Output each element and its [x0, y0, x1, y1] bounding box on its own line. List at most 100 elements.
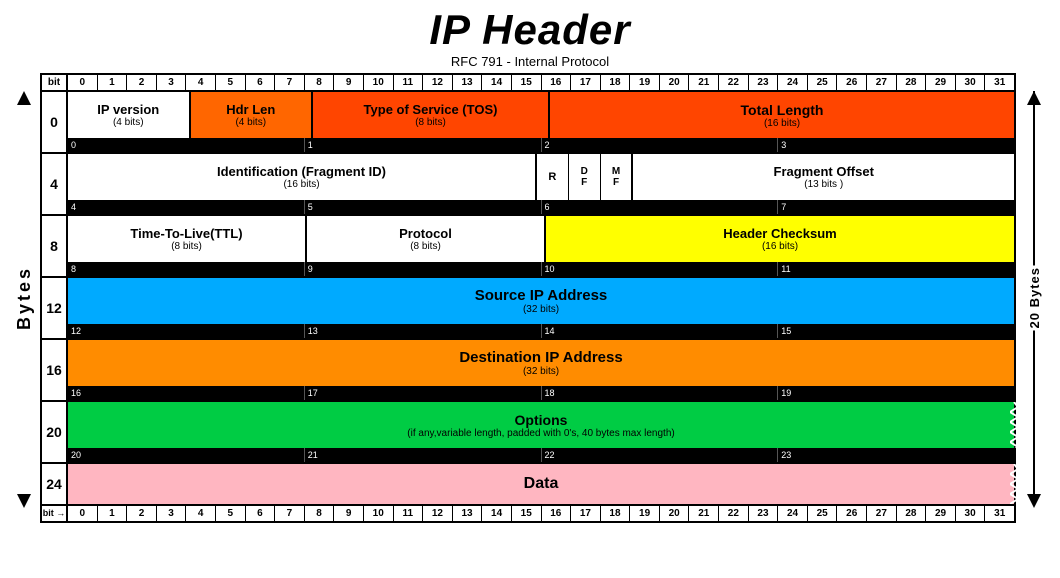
byte-label-4: 4 — [42, 154, 68, 214]
bit-num-11: 11 — [394, 75, 424, 90]
bit-num-25: 25 — [808, 506, 838, 521]
bit-num-28: 28 — [897, 506, 927, 521]
bytes-label-left: Bytes — [8, 73, 40, 523]
bit-num-18: 18 — [601, 75, 631, 90]
bit-num-25: 25 — [808, 75, 838, 90]
bottom-num-0-0: 0 — [68, 138, 305, 152]
bit-num-27: 27 — [867, 506, 897, 521]
bit-num-11: 11 — [394, 506, 424, 521]
bottom-num-0-1: 1 — [305, 138, 542, 152]
bit-num-8: 8 — [305, 75, 335, 90]
byte-label-12: 12 — [42, 278, 68, 338]
bit-num-7: 7 — [275, 506, 305, 521]
bit-num-28: 28 — [897, 75, 927, 90]
byte-label-16: 16 — [42, 340, 68, 400]
bit-num-0: 0 — [68, 75, 98, 90]
twenty-bytes-text: 20 Bytes — [1027, 265, 1042, 330]
bit-num-2: 2 — [127, 75, 157, 90]
bit-num-26: 26 — [837, 506, 867, 521]
bit-num-13: 13 — [453, 75, 483, 90]
page-container: IP Header RFC 791 - Internal Protocol By… — [0, 0, 1060, 578]
field-ttl: Time-To-Live(TTL) (8 bits) — [68, 216, 307, 262]
bit-num-10: 10 — [364, 506, 394, 521]
bottom-num-16-0: 16 — [68, 386, 305, 400]
bit-num-9: 9 — [334, 506, 364, 521]
bit-num-20: 20 — [660, 506, 690, 521]
bottom-num-8-0: 8 — [68, 262, 305, 276]
bit-num-14: 14 — [482, 506, 512, 521]
bit-num-23: 23 — [749, 506, 779, 521]
bit-num-6: 6 — [246, 506, 276, 521]
bit-num-24: 24 — [778, 75, 808, 90]
bottom-num-4-0: 4 — [68, 200, 305, 214]
field-identification: Identification (Fragment ID) (16 bits) — [68, 154, 537, 200]
bit-num-23: 23 — [749, 75, 779, 90]
bottom-num-4-1: 5 — [305, 200, 542, 214]
bottom-num-20-0: 20 — [68, 448, 305, 462]
bottom-num-20-2: 22 — [542, 448, 779, 462]
field-data: Data — [68, 464, 1014, 504]
field-hdr-len: Hdr Len (4 bits) — [191, 92, 314, 138]
bit-label-top: bit — [42, 75, 68, 90]
bit-num-20: 20 — [660, 75, 690, 90]
bit-num-26: 26 — [837, 75, 867, 90]
bottom-num-0-3: 3 — [778, 138, 1014, 152]
bottom-num-16-3: 19 — [778, 386, 1014, 400]
bit-num-17: 17 — [571, 506, 601, 521]
bottom-num-8-2: 10 — [542, 262, 779, 276]
bit-num-21: 21 — [689, 506, 719, 521]
byte-label-24: 24 — [42, 464, 68, 504]
bit-num-24: 24 — [778, 506, 808, 521]
bottom-num-20-1: 21 — [305, 448, 542, 462]
bytes-text: Bytes — [14, 266, 35, 330]
bottom-num-4-2: 6 — [542, 200, 779, 214]
bit-num-3: 3 — [157, 506, 187, 521]
bit-num-17: 17 — [571, 75, 601, 90]
bit-num-19: 19 — [630, 506, 660, 521]
bit-num-31: 31 — [985, 506, 1014, 521]
bit-num-31: 31 — [985, 75, 1014, 90]
field-r: R — [537, 154, 569, 200]
bit-num-15: 15 — [512, 506, 542, 521]
bit-num-4: 4 — [186, 75, 216, 90]
bit-num-1: 1 — [98, 506, 128, 521]
bit-num-2: 2 — [127, 506, 157, 521]
ip-header-table: bit 012345678910111213141516171819202122… — [40, 73, 1016, 523]
bit-num-21: 21 — [689, 75, 719, 90]
bit-num-0: 0 — [68, 506, 98, 521]
bit-num-12: 12 — [423, 75, 453, 90]
bit-num-8: 8 — [305, 506, 335, 521]
arrow-up-icon — [17, 91, 31, 105]
field-fragment-offset: Fragment Offset (13 bits ) — [633, 154, 1014, 200]
bit-num-27: 27 — [867, 75, 897, 90]
bottom-num-16-1: 17 — [305, 386, 542, 400]
twenty-bytes-arrow-down-icon — [1027, 494, 1041, 508]
arrow-down-icon — [17, 494, 31, 508]
bottom-num-8-1: 9 — [305, 262, 542, 276]
bit-num-29: 29 — [926, 75, 956, 90]
bit-num-16: 16 — [542, 506, 572, 521]
bit-num-5: 5 — [216, 75, 246, 90]
bit-num-10: 10 — [364, 75, 394, 90]
bottom-num-12-1: 13 — [305, 324, 542, 338]
byte-label-8: 8 — [42, 216, 68, 276]
bit-num-16: 16 — [542, 75, 572, 90]
bit-num-18: 18 — [601, 506, 631, 521]
bottom-num-8-3: 11 — [778, 262, 1014, 276]
bit-num-12: 12 — [423, 506, 453, 521]
byte-label-0: 0 — [42, 92, 68, 152]
field-source-ip: Source IP Address (32 bits) — [68, 278, 1014, 324]
twenty-bytes-label: 20 Bytes — [1016, 73, 1052, 523]
bit-num-1: 1 — [98, 75, 128, 90]
field-ip-version: IP version (4 bits) — [68, 92, 191, 138]
title: IP Header — [0, 0, 1060, 54]
subtitle: RFC 791 - Internal Protocol — [0, 54, 1060, 69]
bottom-num-16-2: 18 — [542, 386, 779, 400]
bit-num-5: 5 — [216, 506, 246, 521]
bit-num-14: 14 — [482, 75, 512, 90]
bottom-num-4-3: 7 — [778, 200, 1014, 214]
bottom-num-12-0: 12 — [68, 324, 305, 338]
bit-num-3: 3 — [157, 75, 187, 90]
bottom-num-12-3: 15 — [778, 324, 1014, 338]
bit-num-15: 15 — [512, 75, 542, 90]
